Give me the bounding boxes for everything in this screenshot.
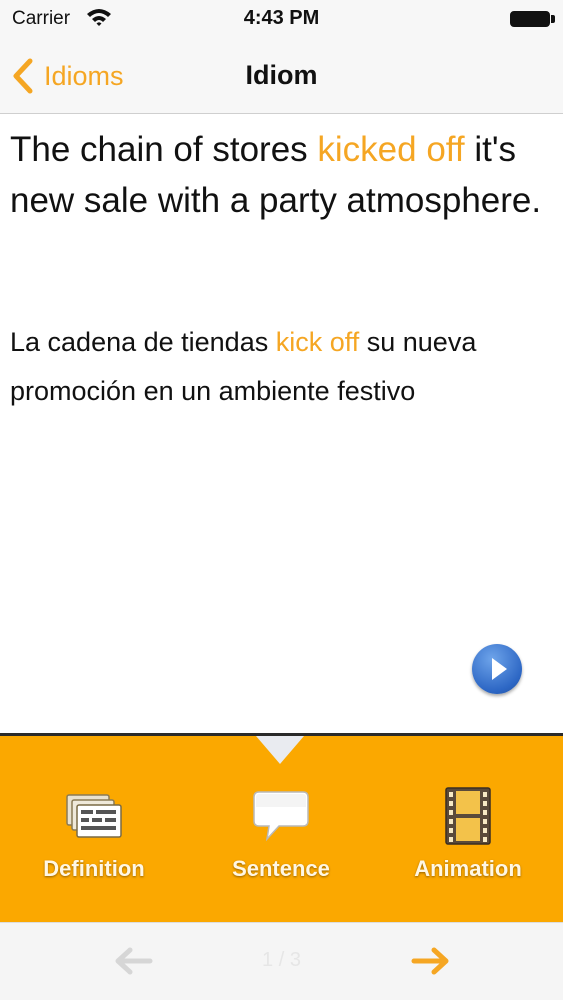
- tab-sentence[interactable]: Sentence: [187, 786, 375, 896]
- battery-icon: [510, 11, 550, 27]
- page-indicator: 1 / 3: [262, 949, 301, 971]
- arrow-right-icon[interactable]: [410, 945, 452, 977]
- page-title: Idiom: [245, 60, 318, 90]
- selected-tab-pointer: [256, 736, 304, 764]
- tab-animation-label: Animation: [414, 856, 522, 881]
- tab-definition[interactable]: Definition: [0, 786, 188, 896]
- spanish-idiom-highlight: kick off: [275, 327, 360, 357]
- navigation-bar: Idioms Idiom: [0, 40, 563, 114]
- status-time: 4:43 PM: [243, 7, 320, 29]
- spanish-text-before: La cadena de tiendas: [10, 327, 276, 357]
- play-icon: [492, 658, 507, 680]
- english-idiom-highlight: kicked off: [317, 130, 465, 169]
- tab-definition-label: Definition: [43, 856, 145, 881]
- play-audio-button[interactable]: [472, 644, 522, 694]
- pager-bar: 1 / 3: [0, 922, 563, 1000]
- spanish-translation: La cadena de tiendas kick off su nueva p…: [10, 318, 550, 416]
- status-bar: Carrier 4:43 PM: [0, 0, 563, 40]
- english-sentence: The chain of stores kicked off it's new …: [10, 124, 550, 226]
- definition-cards-icon: [66, 794, 122, 838]
- battery-tip: [551, 15, 555, 23]
- film-strip-icon: [445, 787, 491, 845]
- tab-sentence-label: Sentence: [232, 856, 330, 881]
- english-text-before: The chain of stores: [10, 130, 318, 169]
- speech-bubble-icon: [253, 791, 309, 842]
- tab-animation[interactable]: Animation: [374, 786, 562, 896]
